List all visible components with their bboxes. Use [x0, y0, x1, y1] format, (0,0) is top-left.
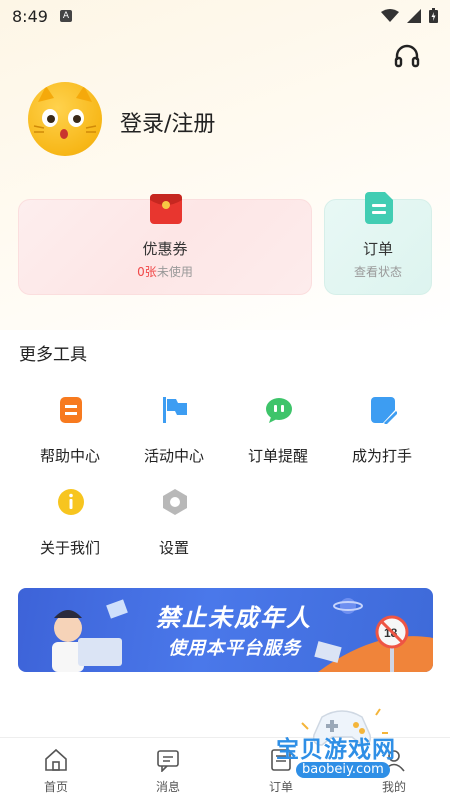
coupon-title: 优惠券	[142, 240, 188, 258]
watermark-text: 宝贝游戏网	[276, 737, 396, 763]
tab-messages[interactable]: 消息	[112, 738, 224, 800]
wifi-icon	[381, 8, 399, 22]
coupon-count: 0张	[137, 265, 157, 279]
coupon-status: 0张未使用	[19, 263, 311, 280]
tool-activity-center[interactable]: 活动中心	[124, 396, 224, 476]
tool-label: 帮助中心	[39, 447, 100, 465]
banner-line1: 禁止未成年人	[156, 604, 312, 632]
edit-icon	[371, 397, 397, 424]
tool-label: 关于我们	[39, 539, 100, 557]
status-bar: 8:49 A	[0, 0, 450, 32]
signal-icon	[407, 8, 421, 23]
tool-become-player[interactable]: 成为打手	[332, 396, 432, 476]
battery-icon	[429, 8, 438, 23]
banner-line2: 使用本平台服务	[168, 638, 301, 659]
tab-label: 消息	[155, 780, 180, 794]
watermark-url: baobeiy.com	[296, 762, 390, 778]
minor-warning-banner[interactable]: 18 禁止未成年人 使用本平台服务	[18, 588, 433, 672]
tab-label: 首页	[43, 780, 68, 794]
tool-settings[interactable]: 设置	[124, 488, 224, 568]
info-icon	[58, 489, 84, 515]
settings-icon	[163, 489, 187, 515]
avatar[interactable]	[28, 82, 102, 156]
tool-order-reminder[interactable]: 订单提醒	[228, 396, 328, 476]
tool-label: 活动中心	[143, 447, 204, 465]
tool-label: 成为打手	[351, 447, 412, 465]
message-icon	[157, 750, 179, 772]
status-time: 8:49	[12, 6, 48, 26]
order-sub: 查看状态	[353, 265, 402, 279]
coupon-card[interactable]: 优惠券 0张未使用	[18, 194, 312, 295]
tool-label: 订单提醒	[247, 447, 308, 465]
tool-about-us[interactable]: 关于我们	[20, 488, 120, 568]
login-register-link[interactable]: 登录/注册	[120, 106, 215, 138]
cat-face-icon	[33, 86, 97, 139]
help-icon	[60, 397, 82, 423]
order-title: 订单	[362, 240, 393, 258]
order-document-icon	[365, 192, 393, 224]
coupon-sub: 未使用	[156, 265, 193, 279]
tool-help-center[interactable]: 帮助中心	[20, 396, 120, 476]
flag-icon	[163, 397, 187, 423]
order-card[interactable]: 订单 查看状态	[324, 192, 432, 295]
home-icon	[45, 748, 67, 771]
chat-bubble-icon	[266, 398, 292, 423]
notification-a-icon: A	[59, 10, 72, 22]
red-envelope-icon	[150, 194, 182, 224]
tab-home[interactable]: 首页	[0, 738, 112, 800]
section-title: 更多工具	[19, 345, 87, 365]
tool-label: 设置	[158, 539, 189, 557]
headset-icon[interactable]	[393, 42, 421, 70]
